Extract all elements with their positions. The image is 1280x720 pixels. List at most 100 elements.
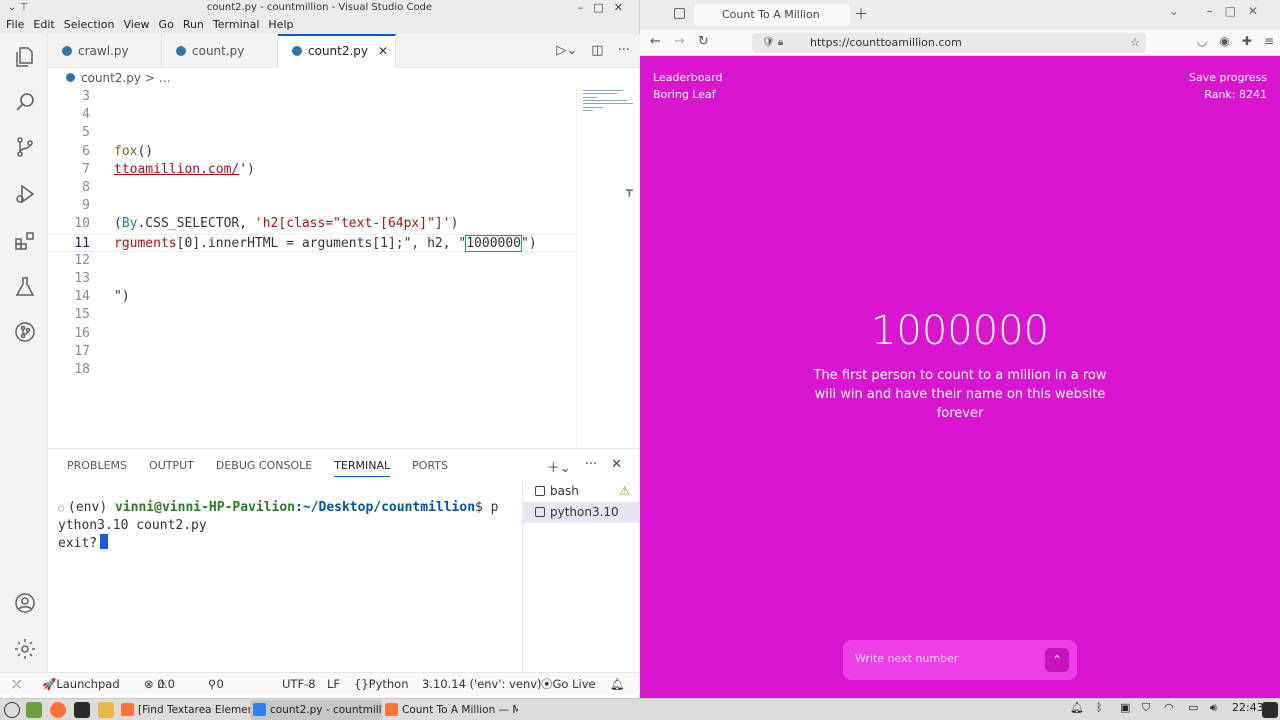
leaderboard-link[interactable]: Leaderboard [653,69,722,86]
code-line[interactable]: 6 fox() [48,143,576,161]
terminal-item-bash[interactable]: bash ⚠ [523,481,640,502]
tab-problems[interactable]: PROBLEMS [67,459,127,477]
minimap[interactable] [576,88,640,448]
status-ports[interactable]: ⚲ 0 [208,673,224,695]
back-button[interactable]: ← [650,34,661,49]
status-encoding[interactable]: UTF-8 [282,673,316,695]
tab-overview-icon[interactable] [674,8,685,19]
settings-gear-icon[interactable] [12,636,38,662]
clipboard-icon[interactable]: ▣ [1120,701,1130,714]
extensions-icon[interactable] [12,228,38,254]
task-vscode[interactable]: count2.py - countmillio... [250,700,382,720]
code-line[interactable]: 5 [48,124,576,142]
account-icon[interactable] [12,590,38,616]
menu-go[interactable]: Go [159,16,174,34]
clock[interactable]: 22:43 [1232,701,1264,714]
terminal-item-python[interactable]: python3.10 [523,502,640,523]
code-line[interactable]: 17 [48,343,576,361]
shield-icon[interactable]: ⛉ [1142,701,1150,715]
window-controls[interactable]: ⌄ –□✕ [1169,4,1270,18]
code-line[interactable]: 16 [48,325,576,343]
browser-tab-count-to-a-million[interactable]: Count To A Million [694,4,850,26]
code-line[interactable]: 8 [48,179,576,197]
code-line[interactable]: 14 ") [48,288,576,306]
task-count-to-a-million[interactable]: Count To A Million — M... [382,700,518,720]
firefox-icon[interactable] [50,702,66,718]
code-line[interactable]: 7 ttoamillion.com/') [48,161,576,179]
git-graph-icon[interactable] [12,319,38,345]
testing-icon[interactable] [12,274,38,300]
menu-view[interactable]: View [123,16,149,34]
submit-arrow-up-icon[interactable]: ⌃ [1045,648,1069,672]
reload-button[interactable]: ↻ [698,34,709,49]
status-problems[interactable]: ⊗ 0 ⚠ 0 [144,673,175,695]
tab-count-py[interactable]: count.py [162,34,278,68]
status-language[interactable]: {} Python [354,673,409,695]
explorer-icon[interactable] [12,44,38,70]
terminal-app-icon[interactable] [74,702,90,718]
remote-icon[interactable]: ⤫ [12,673,21,695]
tab-output[interactable]: OUTPUT [149,459,194,477]
tab-ports[interactable]: PORTS [412,459,448,477]
start-menu-icon[interactable] [4,702,20,718]
breadcrumb-file[interactable]: count2.py [81,71,141,85]
task-find-textarea[interactable]: [Find Textarea Element... [118,700,250,720]
source-control-icon[interactable] [12,134,38,160]
run-python-file-icon[interactable]: ▷⌄ [556,34,577,68]
window-menu-icon[interactable]: ⌄ ⊤ [8,0,28,16]
run-debug-icon[interactable] [12,181,38,207]
forward-button[interactable]: → [674,34,685,49]
tab-terminal[interactable]: TERMINAL [334,459,391,477]
tab-crawl-py[interactable]: crawl.py [48,34,162,68]
new-terminal-icon[interactable]: ＋⌄ [547,457,571,476]
code-line[interactable]: 18 [48,361,576,379]
wifi-icon[interactable]: ◠ [1164,701,1174,714]
status-golive[interactable]: ⦿ Go Live [541,673,596,695]
menu-run[interactable]: Run [183,16,204,34]
code-line[interactable]: 4 [48,106,576,124]
code-line[interactable]: 15 [48,306,576,324]
menu-edit[interactable]: Edit [33,16,54,34]
code-line[interactable]: 11 rguments[0].innerHTML = arguments[1];"… [48,233,576,252]
menu-file[interactable]: File [6,16,24,34]
code-line[interactable]: 9 [48,197,576,215]
split-editor-icon[interactable]: ◫ [591,34,603,68]
close-panel-icon[interactable]: ✕ [611,457,622,476]
tab-debug-console[interactable]: DEBUG CONSOLE [216,459,312,477]
pocket-icon[interactable]: ◡ [1197,34,1207,48]
scrollbar[interactable]: ┳ [626,184,633,197]
save-progress-link[interactable]: Save progress [1189,69,1267,86]
notifications-bell-icon[interactable]: 🔔︎ [610,673,625,695]
bluetooth-icon[interactable]: ᛒ [1096,701,1103,714]
bookmark-star-icon[interactable]: ☆ [1130,33,1140,53]
search-icon[interactable] [12,89,38,115]
account-icon[interactable]: ◉ [1219,34,1229,48]
code-line[interactable]: 12 [48,252,576,270]
workspace-icon[interactable] [1262,702,1278,718]
more-actions-icon[interactable]: ··· [618,34,630,68]
files-icon[interactable] [98,702,114,718]
terminal-output[interactable]: ○ (env) vinni@vinni-HP-Pavilion:~/Desktop… [58,499,518,552]
battery-icon[interactable]: ▭ [1188,701,1198,714]
code-line[interactable]: 13 [48,270,576,288]
notifications-icon[interactable]: 🔔︎ [1070,701,1084,714]
status-launchpad[interactable]: 🚀 Launchpad [42,673,120,695]
url-bar[interactable]: 🛡 🔒︎ https://counttoamillion.com ☆ [752,33,1146,53]
tab-count2-py[interactable]: count2.py ✕ [278,34,396,69]
show-desktop-icon[interactable] [26,702,42,718]
status-interpreter[interactable]: 3.10.14 ('env': venv) [422,673,542,695]
status-eol[interactable]: LF [327,673,340,695]
next-number-input[interactable] [855,652,1035,665]
extensions-icon[interactable]: ✚ [1242,34,1252,48]
close-tab-icon[interactable]: ✕ [378,44,388,58]
more-actions-icon[interactable]: ··· [585,457,597,476]
new-tab-button[interactable]: ＋ [854,4,868,24]
window-controls[interactable]: –□✕ [578,0,633,16]
volume-icon[interactable]: 🔊︎ [1210,701,1217,715]
code-line[interactable]: 3 [48,88,576,106]
menu-selection[interactable]: Selection [64,16,115,34]
menu-icon[interactable]: ≡ [1264,34,1274,48]
menu-help[interactable]: Help [268,16,293,34]
code-editor[interactable]: 3 4 5 6 fox() 7 ttoamillion.com/') 8 9 10 (By.CSS_… [48,88,576,448]
code-line[interactable]: 10 (By.CSS_SELECTOR, 'h2[class="text-[64p… [48,215,576,233]
